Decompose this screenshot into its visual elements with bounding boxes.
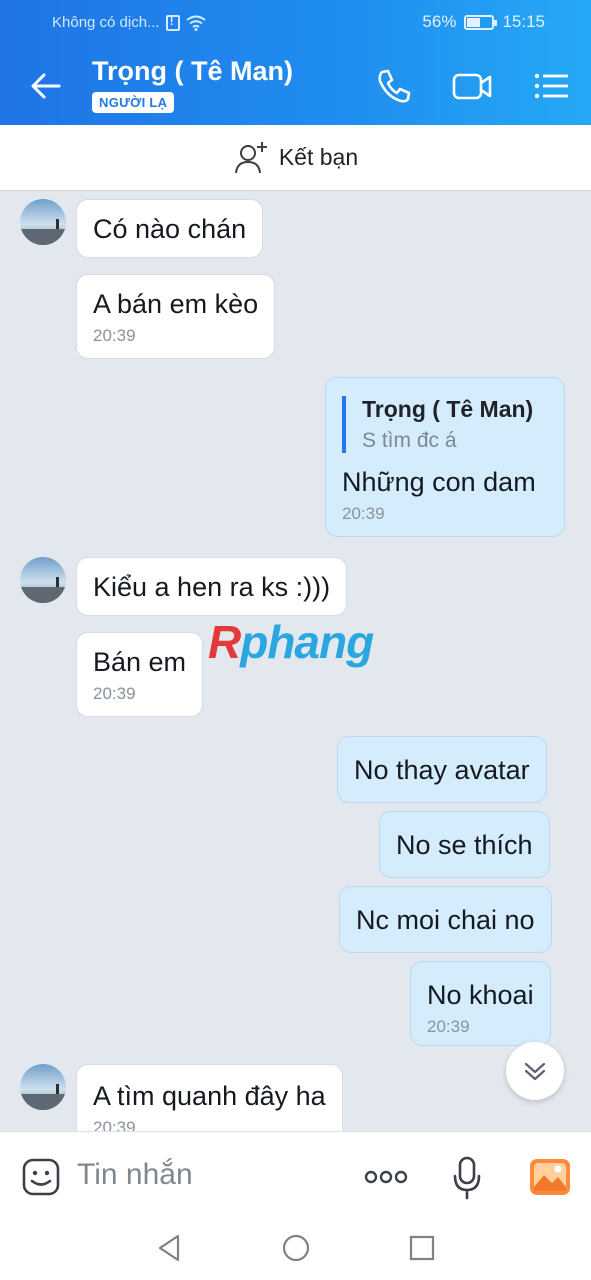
nav-recents-icon[interactable] — [407, 1233, 437, 1263]
message-bubble-in[interactable]: Kiểu a hen ra ks :))) — [76, 557, 348, 616]
contact-avatar[interactable] — [20, 1064, 66, 1110]
message-time: 20:39 — [93, 1118, 136, 1131]
watermark-logo: Rphang — [208, 616, 374, 668]
status-bar: Không có dịch... 56% 15:15 — [0, 0, 591, 46]
chat-header: Trọng ( Tê Man) NGƯỜI LẠ — [0, 46, 591, 125]
message-bubble-out[interactable]: No se thích — [379, 811, 550, 878]
message-bubble-out[interactable]: Trọng ( Tê Man) S tìm đc á Những con dam… — [325, 377, 565, 537]
contact-avatar[interactable] — [20, 557, 66, 603]
message-text: Những con dam — [342, 467, 536, 497]
nav-back-icon[interactable] — [154, 1233, 184, 1263]
add-friend-bar[interactable]: Kết bạn — [0, 125, 591, 191]
more-options-icon[interactable] — [364, 1162, 408, 1192]
message-input[interactable]: Tin nhắn — [77, 1158, 193, 1192]
battery-icon — [464, 14, 498, 30]
carrier-text: Không có dịch... — [52, 14, 160, 31]
message-bubble-out[interactable]: Nc moi chai no — [339, 886, 552, 953]
contact-avatar[interactable] — [20, 199, 66, 245]
message-text: Kiểu a hen ra ks :))) — [93, 572, 331, 602]
message-time: 20:39 — [342, 504, 385, 523]
status-right: 56% 15:15 — [422, 12, 545, 32]
message-text: Có nào chán — [93, 214, 247, 244]
battery-percent: 56% — [422, 12, 457, 31]
add-person-icon — [234, 141, 267, 173]
quote-author: Trọng ( Tê Man) — [362, 396, 534, 422]
message-text: No se thích — [396, 830, 533, 860]
chevron-double-down-icon — [524, 1062, 546, 1081]
message-time: 20:39 — [427, 1017, 470, 1036]
add-friend-label: Kết bạn — [278, 144, 359, 170]
system-navigation-bar — [0, 1217, 591, 1280]
battery-fill — [467, 17, 481, 27]
reply-quote[interactable]: Trọng ( Tê Man) S tìm đc á — [342, 396, 548, 453]
sticker-emoji-icon[interactable] — [21, 1157, 61, 1197]
message-bubble-in[interactable]: A tìm quanh đây ha 20:39 — [76, 1064, 343, 1131]
message-list[interactable]: Có nào chán A bán em kèo 20:39 Trọng ( T… — [0, 191, 591, 1131]
message-bubble-in[interactable]: Bán em 20:39 — [76, 632, 204, 717]
message-bubble-out[interactable]: No thay avatar — [337, 736, 547, 803]
message-composer: Tin nhắn — [0, 1131, 591, 1217]
video-call-icon[interactable] — [451, 66, 493, 106]
message-bubble-out[interactable]: No khoai 20:39 — [410, 961, 551, 1046]
contact-name[interactable]: Trọng ( Tê Man) — [92, 56, 293, 87]
message-text: No khoai — [427, 980, 534, 1010]
message-text: No thay avatar — [354, 755, 530, 785]
back-arrow-icon[interactable] — [26, 66, 66, 106]
quote-text: S tìm đc á — [362, 429, 457, 452]
message-text: A bán em kèo — [93, 289, 259, 319]
photo-gallery-icon[interactable] — [528, 1157, 572, 1197]
status-left: Không có dịch... — [52, 14, 206, 31]
message-text: Bán em — [93, 647, 187, 677]
stranger-badge: NGƯỜI LẠ — [92, 92, 175, 113]
sim-alert-icon — [165, 14, 180, 31]
message-time: 20:39 — [93, 326, 136, 345]
scroll-to-bottom-button[interactable] — [506, 1042, 564, 1100]
phone-icon[interactable] — [373, 66, 415, 106]
menu-list-icon[interactable] — [530, 66, 572, 106]
nav-home-icon[interactable] — [281, 1233, 311, 1263]
message-text: A tìm quanh đây ha — [93, 1081, 326, 1111]
message-bubble-in[interactable]: Có nào chán — [76, 199, 264, 258]
message-bubble-in[interactable]: A bán em kèo 20:39 — [76, 274, 276, 359]
microphone-icon[interactable] — [452, 1156, 482, 1200]
clock: 15:15 — [502, 12, 545, 31]
message-text: Nc moi chai no — [356, 905, 535, 935]
message-time: 20:39 — [93, 684, 136, 703]
wifi-icon — [185, 15, 206, 31]
